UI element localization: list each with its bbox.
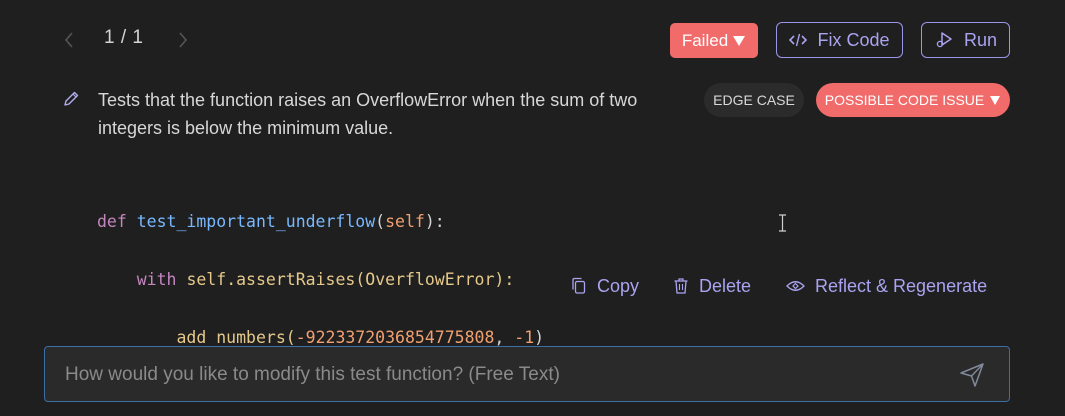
test-description: Tests that the function raises an Overfl… — [98, 90, 638, 138]
previous-test-button[interactable] — [60, 30, 78, 50]
run-button[interactable]: Run — [921, 22, 1010, 58]
copy-label: Copy — [597, 275, 640, 296]
chevron-right-icon — [179, 32, 188, 48]
modify-test-input[interactable] — [63, 347, 947, 403]
reflect-regenerate-button[interactable]: Reflect & Regenerate — [786, 274, 987, 298]
status-label: Failed — [681, 30, 729, 50]
edge-case-tag: EDGE CASE — [704, 83, 804, 117]
code-punct: ( — [375, 212, 386, 231]
next-test-button[interactable] — [174, 30, 192, 50]
code-punct: ) — [534, 328, 545, 347]
code-punct: ): — [424, 212, 445, 231]
code-call: .assertRaises(OverflowError): — [226, 270, 515, 289]
status-dropdown-button[interactable]: Failed — [670, 23, 758, 58]
run-icon — [936, 32, 952, 48]
copy-button[interactable]: Copy — [571, 274, 639, 298]
pencil-icon — [64, 91, 79, 106]
modify-test-input-container — [44, 346, 1010, 403]
code-param: self — [385, 212, 425, 231]
text-cursor-icon — [778, 214, 787, 237]
edit-description-button[interactable] — [62, 90, 80, 108]
fix-code-button[interactable]: Fix Code — [776, 22, 903, 58]
possible-code-issue-label: POSSIBLE CODE ISSUE — [824, 92, 985, 108]
code-punct: , — [494, 328, 515, 347]
pager-counter: 1 / 1 — [104, 27, 144, 48]
code-call: add_numbers( — [176, 328, 296, 347]
fix-code-label: Fix Code — [817, 29, 890, 50]
delete-label: Delete — [699, 275, 752, 296]
caret-down-icon — [733, 35, 746, 46]
copy-icon — [572, 277, 586, 294]
delete-button[interactable]: Delete — [673, 274, 751, 298]
code-icon — [789, 33, 808, 47]
code-number: -1 — [514, 328, 535, 347]
code-self: self — [186, 270, 227, 289]
code-line-2: with self.assertRaises(OverflowError): — [97, 265, 544, 294]
send-icon — [960, 363, 984, 387]
eye-icon — [786, 281, 805, 291]
reflect-regenerate-label: Reflect & Regenerate — [815, 275, 988, 296]
code-number: -9223372036854775808 — [295, 328, 495, 347]
caret-down-icon — [990, 95, 1001, 105]
code-function-name: test_important_underflow — [136, 212, 376, 231]
code-line-1: def test_important_underflow(self): — [97, 207, 544, 236]
possible-code-issue-dropdown[interactable]: POSSIBLE CODE ISSUE — [816, 83, 1010, 117]
run-label: Run — [963, 29, 998, 50]
trash-icon — [674, 278, 688, 294]
send-button[interactable] — [957, 360, 987, 390]
chevron-left-icon — [64, 32, 73, 48]
code-keyword: with — [136, 270, 177, 289]
code-keyword: def — [97, 212, 127, 231]
